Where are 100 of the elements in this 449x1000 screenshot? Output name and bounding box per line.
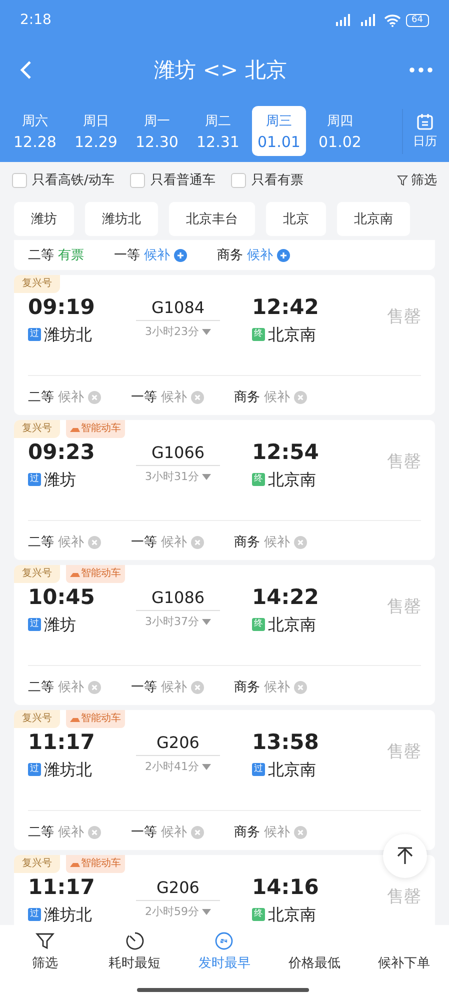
seat-class: 商务	[234, 679, 260, 696]
dropdown-icon	[202, 474, 211, 480]
train-card[interactable]: 复兴号 智能动车 11:17 过 潍坊北 G206 2小时41分 13:58 过 北京南 售罄 二等 候补 一等 候补 商务 候补	[14, 710, 435, 850]
sold-out-status: 售罄	[387, 451, 421, 473]
seat-status: 有票	[58, 247, 84, 264]
station-name: 北京南	[268, 760, 316, 779]
train-number[interactable]: G1066	[136, 440, 220, 466]
station-name: 潍坊	[44, 615, 76, 634]
train-number[interactable]: G206	[136, 730, 220, 756]
train-tag: 复兴号	[14, 565, 60, 583]
checkbox[interactable]	[231, 172, 246, 188]
station-name: 潍坊北	[44, 325, 92, 344]
station-chip[interactable]: 北京南	[337, 202, 410, 236]
train-icon	[70, 861, 80, 867]
page-title: 潍坊 <> 北京	[154, 57, 287, 84]
station-chip[interactable]: 潍坊北	[85, 202, 158, 236]
train-card[interactable]: 复兴号 09:19 过 潍坊北 G1084 3小时23分 12:42 终 北京南 售罄 二等 候补 一等 候补 商务 候补	[14, 275, 435, 415]
train-tag: 复兴号	[14, 420, 60, 438]
close-icon	[294, 680, 307, 694]
station-badge: 过	[28, 473, 41, 486]
sold-out-status: 售罄	[387, 306, 421, 328]
seat-status: 候补	[264, 824, 290, 841]
seat-status: 候补	[58, 679, 84, 696]
station-chip[interactable]: 北京	[266, 202, 326, 236]
train-number[interactable]: G206	[136, 875, 220, 901]
seat-status: 候补	[161, 389, 187, 406]
arrival-time: 12:42	[252, 295, 319, 319]
seat-class: 二等	[28, 679, 54, 696]
seat-status: 候补	[161, 679, 187, 696]
seat-status: 候补	[58, 389, 84, 406]
seat-status: 候补	[161, 824, 187, 841]
seat-class: 一等	[131, 824, 157, 841]
nav-tab[interactable]: 耗时最短	[90, 931, 180, 973]
plus-icon[interactable]	[277, 248, 290, 262]
station-name: 北京南	[268, 470, 316, 489]
seat-status: 候补	[58, 534, 84, 551]
seat-status: 候补	[264, 534, 290, 551]
seat-status: 候补	[264, 679, 290, 696]
filter-label: 只看有票	[251, 172, 304, 189]
train-card[interactable]: 复兴号 智能动车 11:17 过 潍坊北 G206 2小时59分 14:16 终 北京南 售罄	[14, 855, 435, 925]
close-icon	[88, 826, 101, 838]
train-card[interactable]: 复兴号 智能动车 09:23 过 潍坊 G1066 3小时31分 12:54 终 北京南 售罄 二等 候补 一等 候补 商务 候补	[14, 420, 435, 560]
seat-class: 二等	[28, 389, 54, 406]
sold-out-status: 售罄	[387, 596, 421, 618]
departure-time: 10:45	[28, 585, 96, 609]
dropdown-icon	[202, 909, 211, 915]
checkbox[interactable]	[12, 172, 27, 188]
close-icon	[294, 390, 307, 404]
date-tab[interactable]: 周三 01.01	[252, 106, 306, 156]
nav-tab[interactable]: 筛选	[0, 931, 90, 973]
close-icon	[294, 536, 307, 548]
train-tag: 智能动车	[66, 420, 125, 438]
train-tag: 复兴号	[14, 855, 60, 873]
train-card[interactable]: 二等 有票 一等 候补 商务 候补	[14, 240, 435, 270]
station-name: 北京南	[268, 615, 316, 634]
filter-button[interactable]: 筛选	[397, 171, 437, 189]
arrival-time: 13:58	[252, 730, 319, 754]
seat-class: 二等	[28, 824, 54, 841]
train-icon	[70, 571, 80, 577]
seat-status: 候补	[247, 247, 273, 264]
nav-tab[interactable]: 价格最低	[269, 931, 360, 973]
station-badge: 过	[28, 763, 41, 776]
train-icon	[70, 426, 80, 432]
seat-class: 一等	[114, 247, 140, 264]
seat-class: 二等	[28, 534, 54, 551]
more-icon[interactable]	[408, 67, 433, 73]
seat-status: 候补	[144, 247, 170, 264]
dropdown-icon	[202, 329, 211, 335]
station-chip[interactable]: 潍坊	[14, 202, 74, 236]
plus-icon[interactable]	[174, 248, 187, 262]
close-icon	[294, 826, 307, 838]
status-time: 2:18	[20, 12, 52, 28]
station-name: 北京南	[268, 325, 316, 344]
departure-time: 09:19	[28, 295, 96, 319]
train-card[interactable]: 复兴号 智能动车 10:45 过 潍坊 G1086 3小时37分 14:22 终 北京南 售罄 二等 候补 一等 候补 商务 候补	[14, 565, 435, 705]
train-number[interactable]: G1084	[136, 295, 220, 321]
calendar-icon	[416, 112, 434, 130]
station-chip[interactable]: 北京丰台	[169, 202, 255, 236]
train-tag: 智能动车	[66, 565, 125, 583]
filter-icon	[34, 931, 55, 951]
nav-tab[interactable]: 候补下单	[359, 931, 449, 973]
station-badge: 过	[28, 618, 41, 631]
station-badge: 终	[252, 473, 265, 486]
station-badge: 终	[252, 618, 265, 631]
departure-time: 11:17	[28, 730, 96, 754]
train-number[interactable]: G1086	[136, 585, 220, 611]
arrow-up-icon	[397, 847, 413, 865]
seat-class: 商务	[234, 389, 260, 406]
filter-icon	[397, 174, 408, 186]
arrival-time: 14:16	[252, 875, 319, 899]
checkbox[interactable]	[130, 172, 146, 188]
back-icon[interactable]	[20, 60, 32, 80]
wifi-icon	[384, 14, 401, 26]
train-tag: 复兴号	[14, 275, 60, 293]
train-icon	[70, 716, 80, 722]
arrival-time: 14:22	[252, 585, 319, 609]
station-badge: 终	[252, 328, 265, 341]
seat-class: 商务	[234, 824, 260, 841]
seat-class: 一等	[131, 389, 157, 406]
station-badge: 过	[28, 328, 41, 341]
